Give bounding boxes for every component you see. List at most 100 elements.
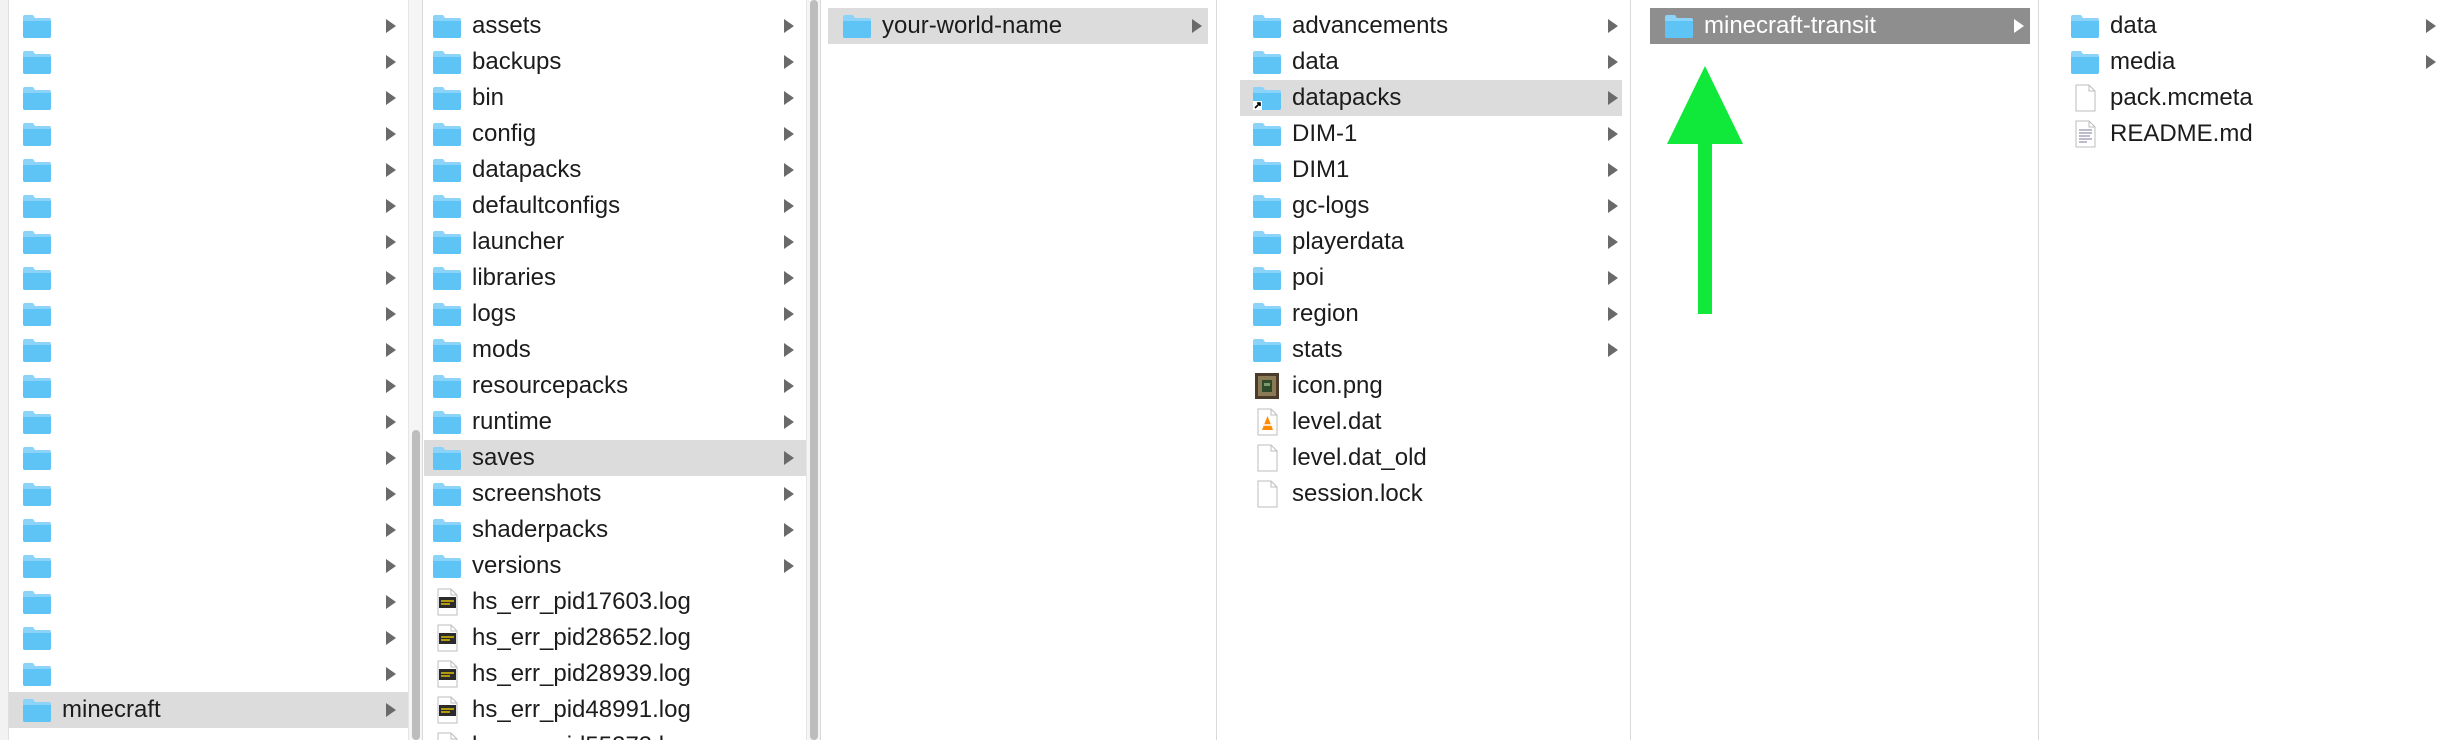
file-row[interactable]: hs_err_pid28652.log (424, 620, 806, 656)
folder-row[interactable]: shaderpacks (424, 512, 806, 548)
file-row[interactable]: hs_err_pid55373.log (424, 728, 806, 740)
folder-row[interactable]: playerdata (1240, 224, 1622, 260)
folder-row[interactable] (0, 152, 408, 188)
folder-row[interactable]: minecraft (0, 692, 408, 728)
folder-icon (432, 336, 462, 364)
column-divider[interactable] (2038, 0, 2039, 740)
folder-row[interactable] (0, 476, 408, 512)
folder-row[interactable]: logs (424, 296, 806, 332)
folder-row[interactable] (0, 188, 408, 224)
file-row[interactable]: session.lock (1240, 476, 1622, 512)
folder-row[interactable]: DIM-1 (1240, 116, 1622, 152)
folder-icon (22, 552, 52, 580)
folder-icon (1252, 12, 1282, 40)
item-label: your-world-name (882, 12, 1063, 39)
file-row[interactable]: level.dat_old (1240, 440, 1622, 476)
folder-row[interactable]: resourcepacks (424, 368, 806, 404)
folder-row[interactable] (0, 8, 408, 44)
folder-row[interactable]: datapacks (424, 152, 806, 188)
item-label: hs_err_pid17603.log (472, 588, 691, 615)
disclosure-arrow-icon (386, 307, 396, 321)
column-4: advancements data datapacks DIM-1 DIM1 gc-log… (1240, 0, 1622, 740)
folder-row[interactable]: launcher (424, 224, 806, 260)
folder-row[interactable]: data (2060, 8, 2454, 44)
folder-row[interactable]: gc-logs (1240, 188, 1622, 224)
folder-row[interactable] (0, 548, 408, 584)
disclosure-arrow-icon (1608, 163, 1618, 177)
item-label: saves (472, 444, 535, 471)
folder-row[interactable]: backups (424, 44, 806, 80)
folder-icon (22, 516, 52, 544)
scrollbar-thumb[interactable] (412, 430, 420, 740)
column-divider[interactable] (1216, 0, 1217, 740)
folder-row[interactable] (0, 224, 408, 260)
file-row[interactable]: hs_err_pid17603.log (424, 584, 806, 620)
file-row[interactable]: README.md (2060, 116, 2454, 152)
file-row[interactable]: level.dat (1240, 404, 1622, 440)
folder-row[interactable] (0, 404, 408, 440)
folder-icon (1252, 264, 1282, 292)
folder-row[interactable]: your-world-name (828, 8, 1208, 44)
folder-row[interactable]: libraries (424, 260, 806, 296)
column-6: data media pack.mcmeta README.md (2060, 0, 2454, 740)
generic-file-icon (1252, 444, 1282, 472)
file-row[interactable]: icon.png (1240, 368, 1622, 404)
folder-row[interactable]: media (2060, 44, 2454, 80)
folder-row[interactable] (0, 260, 408, 296)
folder-icon (1252, 336, 1282, 364)
folder-row[interactable]: region (1240, 296, 1622, 332)
scrollbar[interactable] (806, 0, 821, 740)
item-label: media (2110, 48, 2176, 75)
folder-row[interactable]: poi (1240, 260, 1622, 296)
file-row[interactable]: hs_err_pid28939.log (424, 656, 806, 692)
item-label: README.md (2110, 120, 2253, 147)
folder-row[interactable]: DIM1 (1240, 152, 1622, 188)
folder-row[interactable]: stats (1240, 332, 1622, 368)
folder-row[interactable]: assets (424, 8, 806, 44)
folder-row[interactable] (0, 80, 408, 116)
folder-row[interactable]: data (1240, 44, 1622, 80)
column-divider[interactable] (820, 0, 821, 740)
folder-row[interactable]: minecraft-transit (1650, 8, 2030, 44)
folder-icon (432, 552, 462, 580)
folder-row[interactable]: datapacks (1240, 80, 1622, 116)
column-1: minecraft (0, 0, 408, 740)
folder-row[interactable]: runtime (424, 404, 806, 440)
folder-row[interactable]: screenshots (424, 476, 806, 512)
folder-row[interactable]: bin (424, 80, 806, 116)
item-label: icon.png (1292, 372, 1383, 399)
file-row[interactable]: hs_err_pid48991.log (424, 692, 806, 728)
folder-row[interactable]: config (424, 116, 806, 152)
folder-row[interactable]: advancements (1240, 8, 1622, 44)
folder-row[interactable] (0, 296, 408, 332)
scrollbar-thumb[interactable] (810, 0, 818, 740)
text-document-icon (2070, 120, 2100, 148)
disclosure-arrow-icon (784, 379, 794, 393)
column-divider[interactable] (422, 0, 423, 740)
folder-row[interactable] (0, 512, 408, 548)
disclosure-arrow-icon (386, 451, 396, 465)
item-label: runtime (472, 408, 553, 435)
folder-icon (432, 156, 462, 184)
folder-row[interactable]: mods (424, 332, 806, 368)
item-label: region (1292, 300, 1359, 327)
folder-row[interactable] (0, 368, 408, 404)
item-label: session.lock (1292, 480, 1423, 507)
item-label: mods (472, 336, 531, 363)
folder-row[interactable]: versions (424, 548, 806, 584)
folder-row[interactable] (0, 620, 408, 656)
folder-row[interactable] (0, 116, 408, 152)
scrollbar[interactable] (408, 0, 423, 740)
folder-row[interactable] (0, 44, 408, 80)
column-divider[interactable] (1630, 0, 1631, 740)
file-row[interactable]: pack.mcmeta (2060, 80, 2454, 116)
folder-row[interactable] (0, 584, 408, 620)
folder-row[interactable] (0, 656, 408, 692)
folder-row[interactable]: defaultconfigs (424, 188, 806, 224)
folder-row[interactable]: saves (424, 440, 806, 476)
folder-row[interactable] (0, 440, 408, 476)
item-label: versions (472, 552, 562, 579)
disclosure-arrow-icon (386, 595, 396, 609)
log-file-icon (432, 660, 462, 688)
folder-row[interactable] (0, 332, 408, 368)
